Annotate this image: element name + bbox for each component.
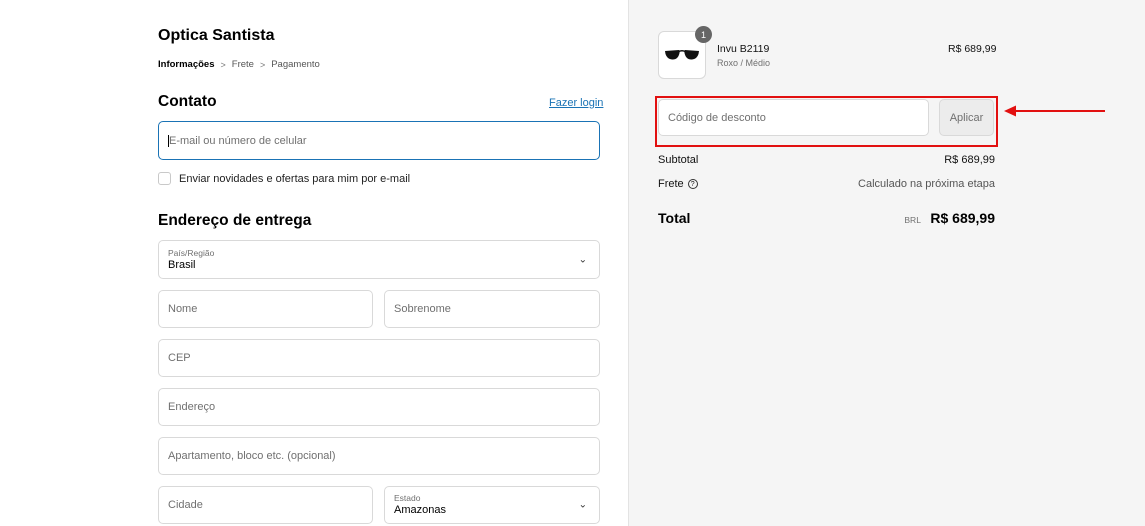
city-input[interactable]: Cidade	[158, 486, 373, 524]
subtotal-label: Subtotal	[658, 154, 699, 166]
shipping-row: Frete ? Calculado na próxima etapa	[658, 178, 995, 190]
discount-code-input[interactable]: Código de desconto	[658, 99, 929, 136]
product-price: R$ 689,99	[948, 43, 997, 55]
country-select[interactable]: País/Região Brasil ⌄	[158, 240, 600, 279]
apartment-placeholder: Apartamento, bloco etc. (opcional)	[168, 450, 336, 462]
annotation-arrow-icon	[1004, 105, 1105, 117]
address-input[interactable]: Endereço	[158, 388, 600, 426]
product-variant: Roxo / Médio	[717, 58, 771, 68]
country-label: País/Região	[168, 247, 215, 258]
apartment-input[interactable]: Apartamento, bloco etc. (opcional)	[158, 437, 600, 475]
sunglasses-icon	[665, 50, 699, 60]
subtotal-row: Subtotal R$ 689,99	[658, 154, 995, 166]
last-name-input[interactable]: Sobrenome	[384, 290, 600, 328]
address-placeholder: Endereço	[168, 401, 216, 413]
newsletter-checkbox-row[interactable]: Enviar novidades e ofertas para mim por …	[158, 172, 410, 185]
shipping-label-wrap: Frete ?	[658, 178, 698, 190]
newsletter-label: Enviar novidades e ofertas para mim por …	[179, 172, 411, 185]
country-value: Brasil	[168, 258, 196, 271]
breadcrumb-informacoes: Informações	[158, 59, 215, 70]
email-input[interactable]: E-mail ou número de celular	[158, 121, 600, 160]
cep-input[interactable]: CEP	[158, 339, 600, 377]
chevron-right-icon: >	[259, 59, 266, 70]
breadcrumb-pagamento: Pagamento	[271, 59, 320, 70]
total-label: Total	[658, 210, 691, 226]
cep-placeholder: CEP	[168, 352, 191, 364]
subtotal-value: R$ 689,99	[944, 154, 995, 166]
chevron-down-icon: ⌄	[578, 254, 587, 265]
login-link[interactable]: Fazer login	[549, 97, 603, 109]
shipping-heading: Endereço de entrega	[158, 212, 312, 229]
state-value: Amazonas	[394, 504, 446, 516]
total-amount-wrap: BRL R$ 689,99	[904, 210, 995, 228]
store-name[interactable]: Optica Santista	[158, 27, 274, 45]
checkout-form-panel: Optica Santista Informações > Frete > Pa…	[0, 0, 628, 526]
total-currency: BRL	[904, 215, 921, 225]
total-value: R$ 689,99	[930, 210, 995, 226]
total-row: Total BRL R$ 689,99	[658, 210, 995, 228]
first-name-placeholder: Nome	[168, 303, 198, 315]
newsletter-checkbox[interactable]	[158, 172, 171, 185]
state-select[interactable]: Estado Amazonas ⌄	[384, 486, 600, 524]
discount-placeholder: Código de desconto	[668, 111, 766, 124]
shipping-value: Calculado na próxima etapa	[858, 178, 995, 190]
contact-heading: Contato	[158, 93, 217, 110]
email-placeholder: E-mail ou número de celular	[169, 134, 307, 147]
first-name-input[interactable]: Nome	[158, 290, 373, 328]
city-placeholder: Cidade	[168, 499, 203, 511]
apply-discount-button[interactable]: Aplicar	[939, 99, 994, 136]
state-label: Estado	[394, 493, 421, 503]
chevron-right-icon: >	[220, 59, 226, 70]
quantity-badge: 1	[695, 26, 712, 43]
chevron-down-icon: ⌄	[578, 499, 587, 511]
order-summary-panel	[628, 0, 1145, 526]
last-name-placeholder: Sobrenome	[394, 303, 451, 315]
help-icon[interactable]: ?	[687, 179, 698, 189]
breadcrumb-frete: Frete	[231, 59, 254, 70]
product-name: Invu B2119	[717, 43, 770, 55]
breadcrumb: Informações > Frete > Pagamento	[158, 59, 320, 70]
shipping-label: Frete	[658, 178, 684, 190]
